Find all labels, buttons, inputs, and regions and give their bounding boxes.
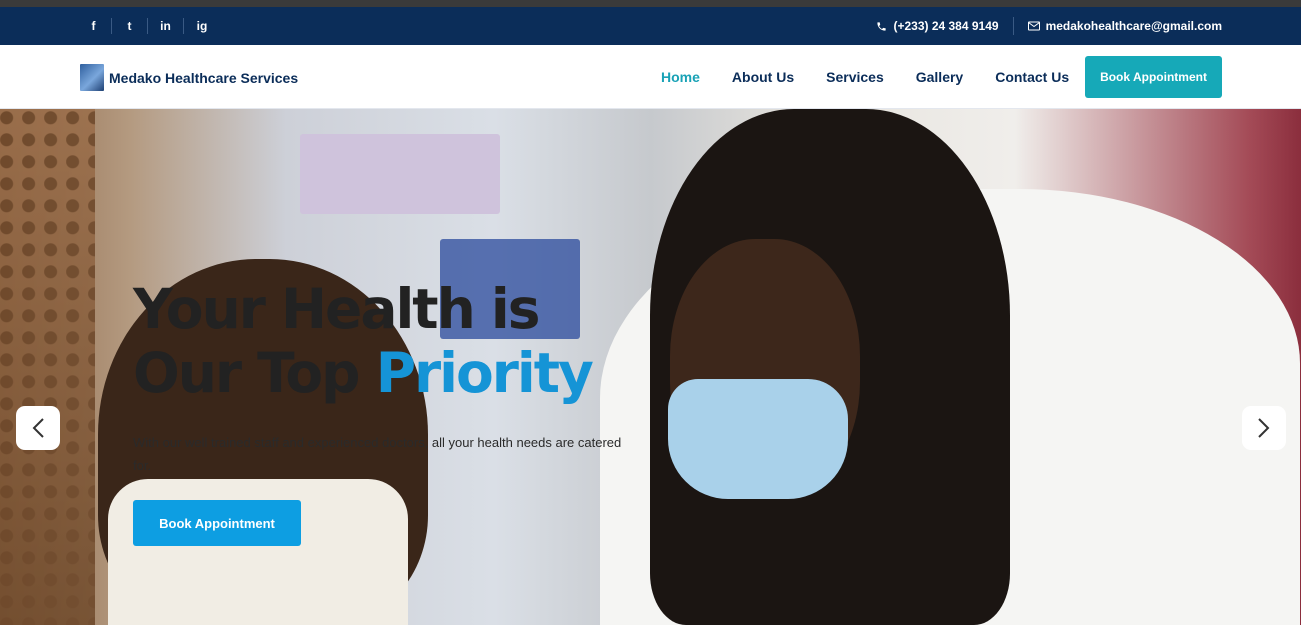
brand-logo-icon — [80, 64, 104, 91]
top-info-bar: f t in ig (+233) 24 384 9149 medakohealt… — [0, 7, 1301, 45]
nav-services[interactable]: Services — [826, 69, 884, 85]
contact-divider — [1012, 17, 1014, 35]
hero-subtitle: With our well trained staff and experien… — [133, 435, 622, 473]
phone-contact[interactable]: (+233) 24 384 9149 — [876, 19, 999, 33]
hero-slider: Your Health is Our Top Priority With our… — [0, 109, 1301, 625]
book-appointment-hero-button[interactable]: Book Appointment — [133, 500, 301, 546]
email-contact[interactable]: medakohealthcare@gmail.com — [1027, 19, 1222, 33]
hero-title-start: Our Top — [133, 341, 376, 405]
book-appointment-nav-button[interactable]: Book Appointment — [1085, 56, 1222, 98]
nav-contact-us[interactable]: Contact Us — [995, 69, 1069, 85]
chevron-right-icon — [1258, 418, 1270, 438]
hero-title-accent: Priority — [375, 341, 594, 405]
facebook-icon[interactable]: f — [76, 18, 112, 34]
brand-name: Medako Healthcare Services — [109, 69, 299, 86]
mail-icon — [1027, 21, 1040, 31]
hero-title-line-1: Your Health is — [133, 277, 540, 341]
email-address: medakohealthcare@gmail.com — [1045, 19, 1222, 33]
hero-title: Your Health is Our Top Priority — [133, 277, 594, 405]
main-navbar: Medako Healthcare Services Home About Us… — [0, 45, 1301, 109]
phone-icon — [877, 21, 887, 31]
twitter-icon[interactable]: t — [112, 18, 148, 34]
chevron-left-icon — [32, 418, 44, 438]
brand[interactable]: Medako Healthcare Services — [80, 64, 298, 91]
browser-top-strip — [0, 0, 1301, 7]
nav-home[interactable]: Home — [661, 69, 700, 85]
social-links: f t in ig — [76, 7, 220, 45]
main-nav: Home About Us Services Gallery Contact U… — [661, 45, 1101, 109]
instagram-icon[interactable]: ig — [184, 18, 220, 34]
phone-number: (+233) 24 384 9149 — [893, 19, 999, 33]
contact-info: (+233) 24 384 9149 medakohealthcare@gmai… — [876, 7, 1222, 45]
nav-gallery[interactable]: Gallery — [916, 69, 963, 85]
hero-title-line-2: Our Top Priority — [133, 341, 594, 405]
linkedin-icon[interactable]: in — [148, 18, 184, 34]
nav-about-us[interactable]: About Us — [732, 69, 794, 85]
slider-next-button[interactable] — [1242, 406, 1286, 450]
slider-prev-button[interactable] — [16, 406, 60, 450]
